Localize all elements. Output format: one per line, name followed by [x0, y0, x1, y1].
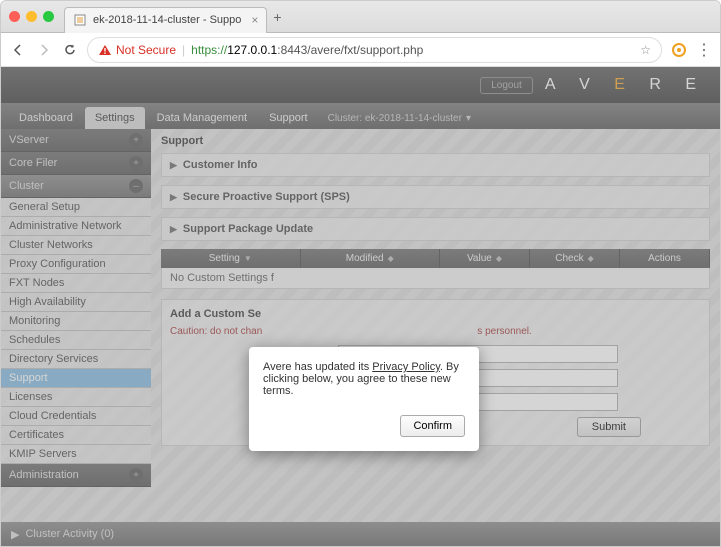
browser-tab-bar: ek-2018-11-14-cluster - Suppo × +	[1, 1, 720, 33]
close-tab-icon[interactable]: ×	[251, 13, 258, 27]
modal-overlay	[1, 67, 720, 546]
window-controls	[9, 11, 54, 22]
maximize-window-icon[interactable]	[43, 11, 54, 22]
browser-menu-icon[interactable]: ⋮	[696, 40, 712, 60]
address-bar: Not Secure | https://127.0.0.1:8443/aver…	[1, 33, 720, 67]
reload-button[interactable]	[61, 41, 79, 59]
privacy-policy-modal: Avere has updated its Privacy Policy. By…	[249, 347, 479, 451]
tab-title: ek-2018-11-14-cluster - Suppo	[93, 14, 241, 26]
browser-tab[interactable]: ek-2018-11-14-cluster - Suppo ×	[64, 7, 267, 33]
back-button[interactable]	[9, 41, 27, 59]
forward-button[interactable]	[35, 41, 53, 59]
url-text: https://127.0.0.1:8443/avere/fxt/support…	[191, 43, 423, 57]
confirm-button[interactable]: Confirm	[400, 415, 465, 437]
favicon-icon	[73, 13, 87, 27]
warning-icon	[98, 43, 112, 57]
minimize-window-icon[interactable]	[26, 11, 37, 22]
url-input[interactable]: Not Secure | https://127.0.0.1:8443/aver…	[87, 37, 662, 63]
security-warning: Not Secure	[98, 43, 176, 57]
not-secure-label: Not Secure	[116, 43, 176, 57]
modal-text: Avere has updated its Privacy Policy. By…	[263, 361, 465, 397]
bookmark-icon[interactable]: ☆	[640, 43, 651, 57]
privacy-policy-link[interactable]: Privacy Policy	[372, 361, 440, 373]
extension-icon[interactable]	[670, 41, 688, 59]
close-window-icon[interactable]	[9, 11, 20, 22]
new-tab-button[interactable]: +	[273, 9, 281, 25]
